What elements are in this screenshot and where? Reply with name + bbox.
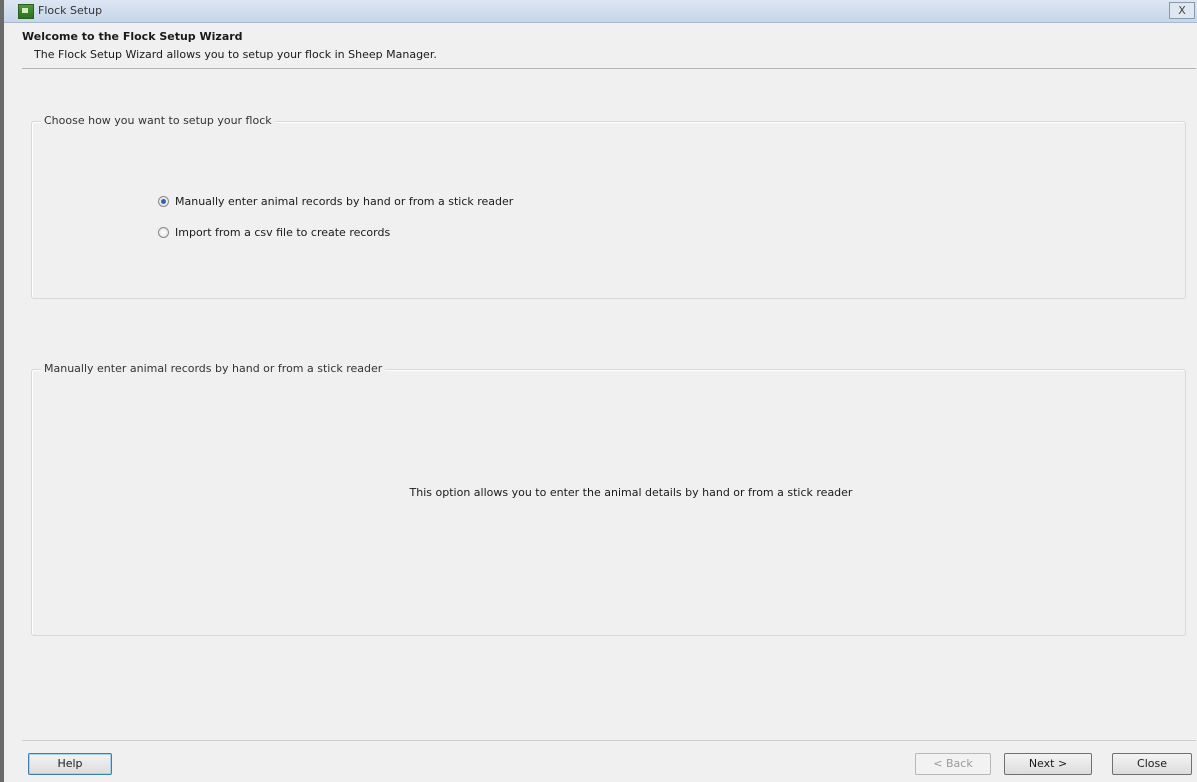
radio-option-manual[interactable]: Manually enter animal records by hand or… — [158, 195, 513, 208]
footer-divider — [22, 740, 1196, 741]
radio-option-import-csv[interactable]: Import from a csv file to create records — [158, 226, 390, 239]
radio-manual-checked-icon[interactable] — [158, 196, 169, 207]
option-details-legend: Manually enter animal records by hand or… — [41, 362, 386, 375]
option-details-group: Manually enter animal records by hand or… — [31, 362, 1186, 636]
wizard-header: Welcome to the Flock Setup Wizard The Fl… — [4, 23, 1197, 92]
wizard-subtitle: The Flock Setup Wizard allows you to set… — [34, 48, 437, 61]
radio-import-unchecked-icon[interactable] — [158, 227, 169, 238]
radio-manual-label[interactable]: Manually enter animal records by hand or… — [175, 195, 513, 208]
radio-import-label[interactable]: Import from a csv file to create records — [175, 226, 390, 239]
setup-choice-legend: Choose how you want to setup your flock — [41, 114, 275, 127]
title-bar: Flock Setup X — [4, 0, 1197, 23]
close-button[interactable]: Close — [1112, 753, 1192, 775]
help-button[interactable]: Help — [28, 753, 112, 775]
wizard-welcome-title: Welcome to the Flock Setup Wizard — [22, 30, 243, 43]
window-title: Flock Setup — [38, 4, 103, 17]
back-button[interactable]: < Back — [915, 753, 991, 775]
option-description: This option allows you to enter the anim… — [409, 486, 853, 499]
window-close-button[interactable]: X — [1169, 2, 1195, 19]
sheep-manager-app-icon — [18, 4, 34, 19]
next-button[interactable]: Next > — [1004, 753, 1092, 775]
setup-choice-group: Choose how you want to setup your flock … — [31, 114, 1186, 299]
header-divider — [22, 68, 1196, 69]
flock-setup-window: Flock Setup X Welcome to the Flock Setup… — [0, 0, 1197, 782]
